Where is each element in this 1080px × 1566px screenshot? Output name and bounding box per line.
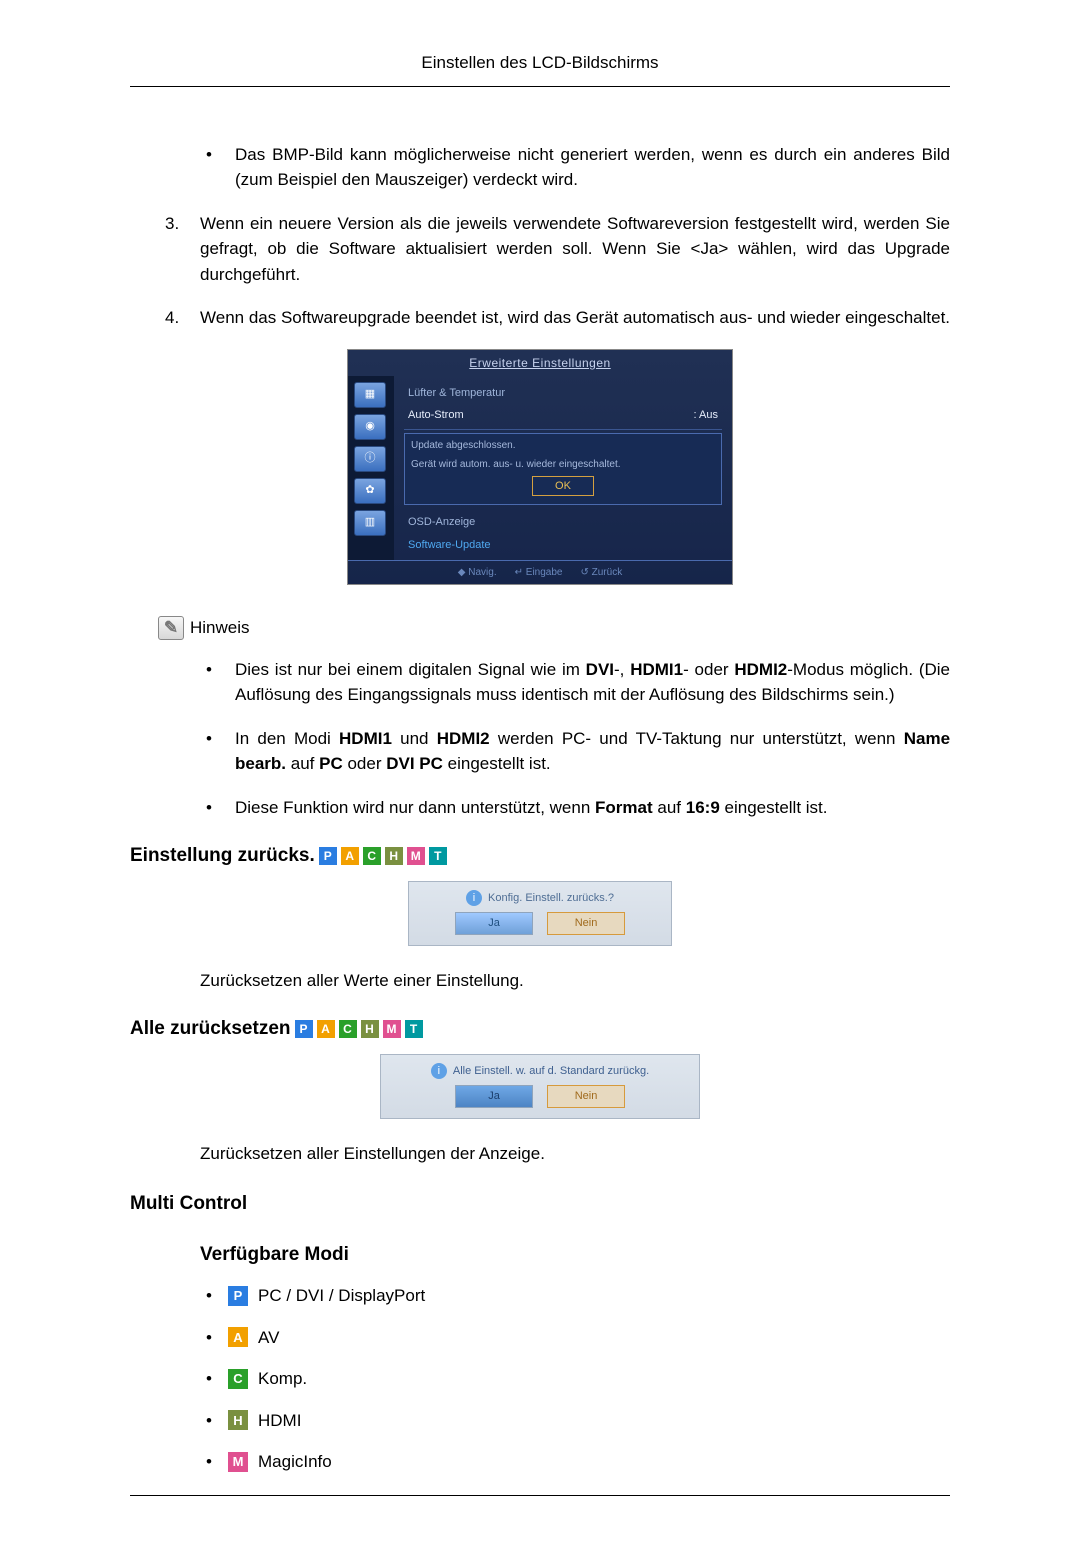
mode-item-hdmi: H HDMI — [200, 1408, 950, 1434]
info-icon: i — [431, 1063, 447, 1079]
mode-tag-h: H — [228, 1410, 248, 1430]
body-text: Wenn ein neuere Version als die jeweils … — [200, 211, 950, 288]
osd-panel: Erweiterte Einstellungen ▦ ◉ ⓘ ✿ ▥ Lüfte… — [347, 349, 733, 586]
mode-tag-a: A — [341, 847, 359, 865]
osd-icon-multi[interactable]: ▥ — [354, 510, 386, 536]
body-text: Zurücksetzen aller Werte einer Einstellu… — [200, 968, 950, 994]
bullet-icon — [200, 1366, 218, 1392]
mode-tag-t: T — [429, 847, 447, 865]
reset-settings-dialog: i Konfig. Einstell. zurücks.? Ja Nein — [408, 881, 672, 946]
bullet-icon — [200, 142, 235, 193]
dialog-yes-button[interactable]: Ja — [455, 1085, 533, 1108]
mode-label: HDMI — [258, 1408, 301, 1434]
mode-tag-c: C — [228, 1369, 248, 1389]
dialog-yes-button[interactable]: Ja — [455, 912, 533, 935]
osd-title: Erweiterte Einstellungen — [348, 350, 732, 376]
mode-item-magicinfo: M MagicInfo — [200, 1449, 950, 1475]
body-text: In den Modi HDMI1 und HDMI2 werden PC- u… — [235, 726, 950, 777]
bullet-icon — [200, 795, 235, 821]
osd-row-osddisplay: OSD-Anzeige — [404, 511, 722, 534]
mode-item-av: A AV — [200, 1325, 950, 1351]
mode-tag-h: H — [385, 847, 403, 865]
body-text: Diese Funktion wird nur dann unterstützt… — [235, 795, 950, 821]
body-text: Zurücksetzen aller Einstellungen der Anz… — [200, 1141, 950, 1167]
note-label: Hinweis — [190, 615, 250, 641]
section-heading-reset-all: Alle zurücksetzen — [130, 1015, 291, 1044]
bullet-icon — [200, 726, 235, 777]
dialog-no-button[interactable]: Nein — [547, 912, 625, 935]
osd-row-swupdate: Software-Update — [404, 534, 722, 557]
mode-label: MagicInfo — [258, 1449, 332, 1475]
mode-tag-p: P — [295, 1020, 313, 1038]
mode-label: PC / DVI / DisplayPort — [258, 1283, 425, 1309]
bullet-icon — [200, 1408, 218, 1434]
section-heading-multi-control: Multi Control — [130, 1190, 950, 1219]
mode-tag-m: M — [228, 1452, 248, 1472]
mode-tag-p: P — [319, 847, 337, 865]
osd-icon-picture[interactable]: ▦ — [354, 382, 386, 408]
note-icon: ✎ — [158, 616, 184, 640]
bullet-icon — [200, 1283, 218, 1309]
dialog-message: Alle Einstell. w. auf d. Standard zurück… — [453, 1063, 649, 1080]
osd-sidebar: ▦ ◉ ⓘ ✿ ▥ — [348, 376, 394, 561]
osd-icon-sound[interactable]: ◉ — [354, 414, 386, 440]
mode-tag-a: A — [317, 1020, 335, 1038]
dialog-message: Konfig. Einstell. zurücks.? — [488, 890, 614, 907]
mode-tag-c: C — [363, 847, 381, 865]
mode-tag-m: M — [407, 847, 425, 865]
footer-rule — [130, 1495, 950, 1496]
osd-update-popup: Update abgeschlossen. Gerät wird autom. … — [404, 433, 722, 506]
body-text: Wenn das Softwareupgrade beendet ist, wi… — [200, 305, 950, 331]
numbered-item-4: 4. Wenn das Softwareupgrade beendet ist,… — [165, 305, 950, 331]
numbered-item-3: 3. Wenn ein neuere Version als die jewei… — [165, 211, 950, 288]
osd-icon-info[interactable]: ⓘ — [354, 446, 386, 472]
sub-bullet-block: Das BMP-Bild kann möglicherweise nicht g… — [200, 142, 950, 193]
page-header: Einstellen des LCD-Bildschirms — [130, 50, 950, 87]
osd-ok-button[interactable]: OK — [532, 476, 594, 497]
body-text: Dies ist nur bei einem digitalen Signal … — [235, 657, 950, 708]
bullet-icon — [200, 657, 235, 708]
mode-label: Komp. — [258, 1366, 307, 1392]
bullet-icon — [200, 1325, 218, 1351]
mode-item-comp: C Komp. — [200, 1366, 950, 1392]
list-number: 4. — [165, 305, 200, 331]
mode-tag-t: T — [405, 1020, 423, 1038]
mode-item-pc: P PC / DVI / DisplayPort — [200, 1283, 950, 1309]
section-heading-reset-setting: Einstellung zurücks. — [130, 842, 315, 871]
osd-footer: ◆ Navig. ↵ Eingabe ↺ Zurück — [348, 560, 732, 584]
bullet-icon — [200, 1449, 218, 1475]
dialog-no-button[interactable]: Nein — [547, 1085, 625, 1108]
osd-icon-setup[interactable]: ✿ — [354, 478, 386, 504]
mode-tag-a: A — [228, 1327, 248, 1347]
mode-label: AV — [258, 1325, 279, 1351]
osd-row-autopower: Auto-Strom: Aus — [404, 404, 722, 427]
mode-tag-c: C — [339, 1020, 357, 1038]
info-icon: i — [466, 890, 482, 906]
subsection-heading-available-modes: Verfügbare Modi — [200, 1241, 950, 1270]
list-number: 3. — [165, 211, 200, 288]
mode-tag-h: H — [361, 1020, 379, 1038]
mode-tag-p: P — [228, 1286, 248, 1306]
reset-all-dialog: i Alle Einstell. w. auf d. Standard zurü… — [380, 1054, 700, 1119]
mode-tag-m: M — [383, 1020, 401, 1038]
osd-row-fan: Lüfter & Temperatur — [404, 382, 722, 405]
body-text: Das BMP-Bild kann möglicherweise nicht g… — [235, 142, 950, 193]
